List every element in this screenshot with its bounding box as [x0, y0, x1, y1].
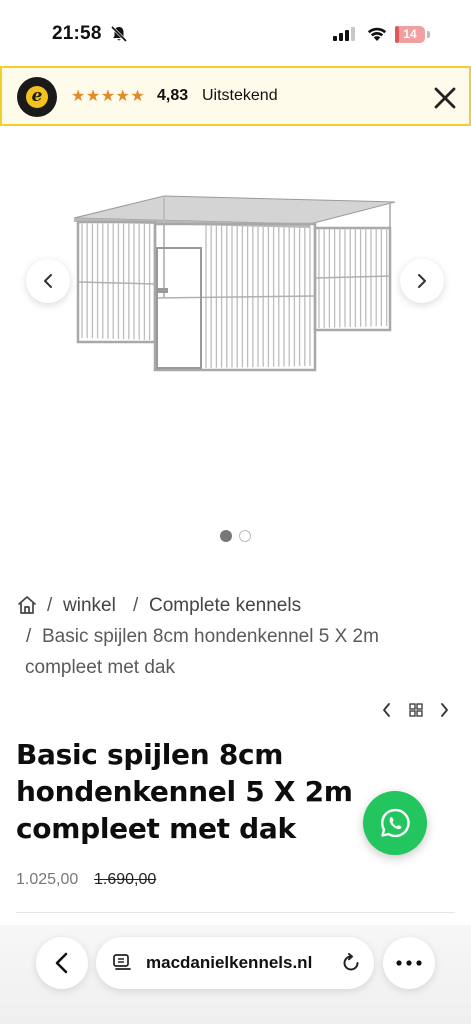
product-price: 1.025,00	[16, 871, 79, 888]
browser-toolbar: macdanielkennels.nl	[0, 925, 471, 1024]
status-time: 21:58	[52, 23, 102, 44]
gallery-next-button[interactable]	[400, 259, 444, 303]
reload-icon[interactable]	[340, 952, 362, 974]
breadcrumb-link-complete-kennels[interactable]: Complete kennels	[149, 590, 301, 622]
breadcrumb-current-line2: compleet met dak	[25, 657, 175, 678]
status-bar: 21:58 14	[0, 0, 471, 66]
wifi-icon	[367, 27, 387, 41]
gallery-dot-active[interactable]	[220, 530, 232, 542]
trusted-shops-banner[interactable]: e ★★★★★ 4,83 Uitstekend	[0, 66, 471, 126]
chevron-right-icon	[418, 274, 426, 288]
breadcrumb-link-winkel[interactable]: winkel	[63, 590, 116, 622]
rating-score: 4,83	[157, 87, 189, 104]
browser-back-button[interactable]	[36, 937, 88, 989]
address-bar[interactable]: macdanielkennels.nl	[96, 937, 374, 989]
product-title-line3: compleet met dak	[16, 812, 296, 845]
chevron-left-icon	[44, 274, 52, 288]
gallery-prev-button[interactable]	[26, 259, 70, 303]
breadcrumb-current-line1: Basic spijlen 8cm hondenkennel 5 X 2m	[42, 626, 379, 647]
previous-product-icon[interactable]	[381, 702, 393, 718]
grid-icon[interactable]	[409, 703, 423, 717]
next-product-icon[interactable]	[438, 702, 450, 718]
kennel-bars-left	[81, 223, 151, 340]
divider	[16, 912, 455, 913]
more-options-button[interactable]	[383, 937, 435, 989]
whatsapp-button[interactable]	[363, 791, 427, 855]
whatsapp-icon	[381, 808, 410, 838]
battery-level: 14	[403, 27, 417, 41]
home-icon[interactable]	[16, 594, 38, 616]
trusted-shops-logo: e	[17, 77, 57, 117]
rating-label: Uitstekend	[202, 87, 278, 104]
product-image[interactable]	[60, 188, 405, 378]
product-title-line1: Basic spijlen 8cm	[16, 738, 284, 771]
more-icon	[396, 960, 422, 966]
rating-stars: ★★★★★	[71, 88, 146, 105]
trusted-shops-logo-letter: e	[26, 86, 48, 108]
product-price-old: 1.690,00	[94, 871, 157, 888]
signal-icon	[333, 27, 355, 41]
breadcrumb-separator: /	[133, 595, 139, 616]
product-gallery[interactable]	[0, 128, 471, 548]
page-settings-icon	[113, 954, 131, 970]
breadcrumb-separator: /	[47, 595, 53, 616]
chevron-left-icon	[55, 952, 68, 974]
battery-nub	[427, 31, 430, 38]
product-title-line2: hondenkennel 5 X 2m	[16, 775, 353, 808]
product-title: Basic spijlen 8cm hondenkennel 5 X 2m co…	[16, 736, 386, 847]
url-text: macdanielkennels.nl	[146, 953, 313, 972]
bell-muted-icon	[110, 25, 128, 43]
gallery-dot[interactable]	[239, 530, 251, 542]
breadcrumb-separator: /	[26, 626, 32, 647]
close-icon[interactable]	[432, 85, 458, 111]
battery-indicator: 14	[395, 26, 425, 43]
